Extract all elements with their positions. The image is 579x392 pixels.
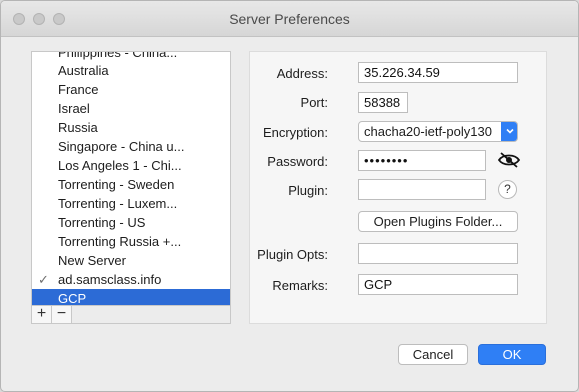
open-plugins-folder-button[interactable]: Open Plugins Folder... <box>358 211 518 232</box>
list-item-label: Los Angeles 1 - Chi... <box>58 158 182 173</box>
help-icon[interactable]: ? <box>498 180 517 199</box>
server-preferences-window: Server Preferences Philippines - China..… <box>0 0 579 392</box>
password-label: Password: <box>267 154 328 169</box>
list-item-label: Israel <box>58 101 90 116</box>
port-field[interactable]: 58388 <box>358 92 408 113</box>
encryption-label: Encryption: <box>262 125 328 140</box>
window-title: Server Preferences <box>229 11 350 27</box>
port-label: Port: <box>300 95 328 110</box>
list-item-label: Singapore - China u... <box>58 139 185 154</box>
list-item-label: France <box>58 82 99 97</box>
list-item-label: GCP <box>58 291 87 306</box>
encryption-select[interactable]: chacha20-ietf-poly130 <box>358 121 518 142</box>
list-item-label: ad.samsclass.info <box>58 272 162 287</box>
show-password-eye-icon[interactable] <box>497 152 521 168</box>
title-bar: Server Preferences <box>1 1 578 37</box>
list-item-label: Torrenting Russia +... <box>58 234 182 249</box>
ok-button[interactable]: OK <box>478 344 546 365</box>
plugin-field[interactable] <box>358 179 486 200</box>
remove-server-button[interactable]: − <box>52 306 72 323</box>
list-item[interactable]: Torrenting Russia +... <box>32 232 230 251</box>
list-item[interactable]: Los Angeles 1 - Chi... <box>32 156 230 175</box>
list-item[interactable]: Torrenting - Luxem... <box>32 194 230 213</box>
list-item[interactable]: France <box>32 80 230 99</box>
list-item[interactable]: Singapore - China u... <box>32 137 230 156</box>
plugin-opts-field[interactable] <box>358 243 518 264</box>
list-item[interactable]: Russia <box>32 118 230 137</box>
add-server-button[interactable]: + <box>32 306 52 323</box>
remarks-label: Remarks: <box>272 278 328 293</box>
checkmark-icon: ✓ <box>38 272 49 287</box>
cancel-button[interactable]: Cancel <box>398 344 468 365</box>
list-item-label: Philippines - China... <box>58 51 178 60</box>
address-field[interactable]: 35.226.34.59 <box>358 62 518 83</box>
list-item[interactable]: Torrenting - Sweden <box>32 175 230 194</box>
password-field[interactable]: •••••••• <box>358 150 486 171</box>
list-item[interactable]: Israel <box>32 99 230 118</box>
list-item[interactable]: Australia <box>32 61 230 80</box>
plugin-label: Plugin: <box>288 183 328 198</box>
list-item-label: Russia <box>58 120 98 135</box>
server-list[interactable]: Philippines - China... Australia France … <box>31 51 231 306</box>
list-item-active[interactable]: ✓ ad.samsclass.info <box>32 270 230 289</box>
list-add-remove-bar: + − <box>31 306 231 324</box>
list-item-label: Torrenting - Sweden <box>58 177 175 192</box>
list-item-label: New Server <box>58 253 126 268</box>
list-item[interactable]: Torrenting - US <box>32 213 230 232</box>
plugin-opts-label: Plugin Opts: <box>257 247 328 262</box>
remarks-field[interactable]: GCP <box>358 274 518 295</box>
list-item-label: Torrenting - Luxem... <box>58 196 178 211</box>
list-item-label: Torrenting - US <box>58 215 146 230</box>
list-item-label: Australia <box>58 63 109 78</box>
encryption-value: chacha20-ietf-poly130 <box>364 124 492 139</box>
chevron-down-icon <box>501 122 517 141</box>
list-item-selected[interactable]: GCP <box>32 289 230 306</box>
list-item[interactable]: New Server <box>32 251 230 270</box>
address-label: Address: <box>276 66 328 81</box>
